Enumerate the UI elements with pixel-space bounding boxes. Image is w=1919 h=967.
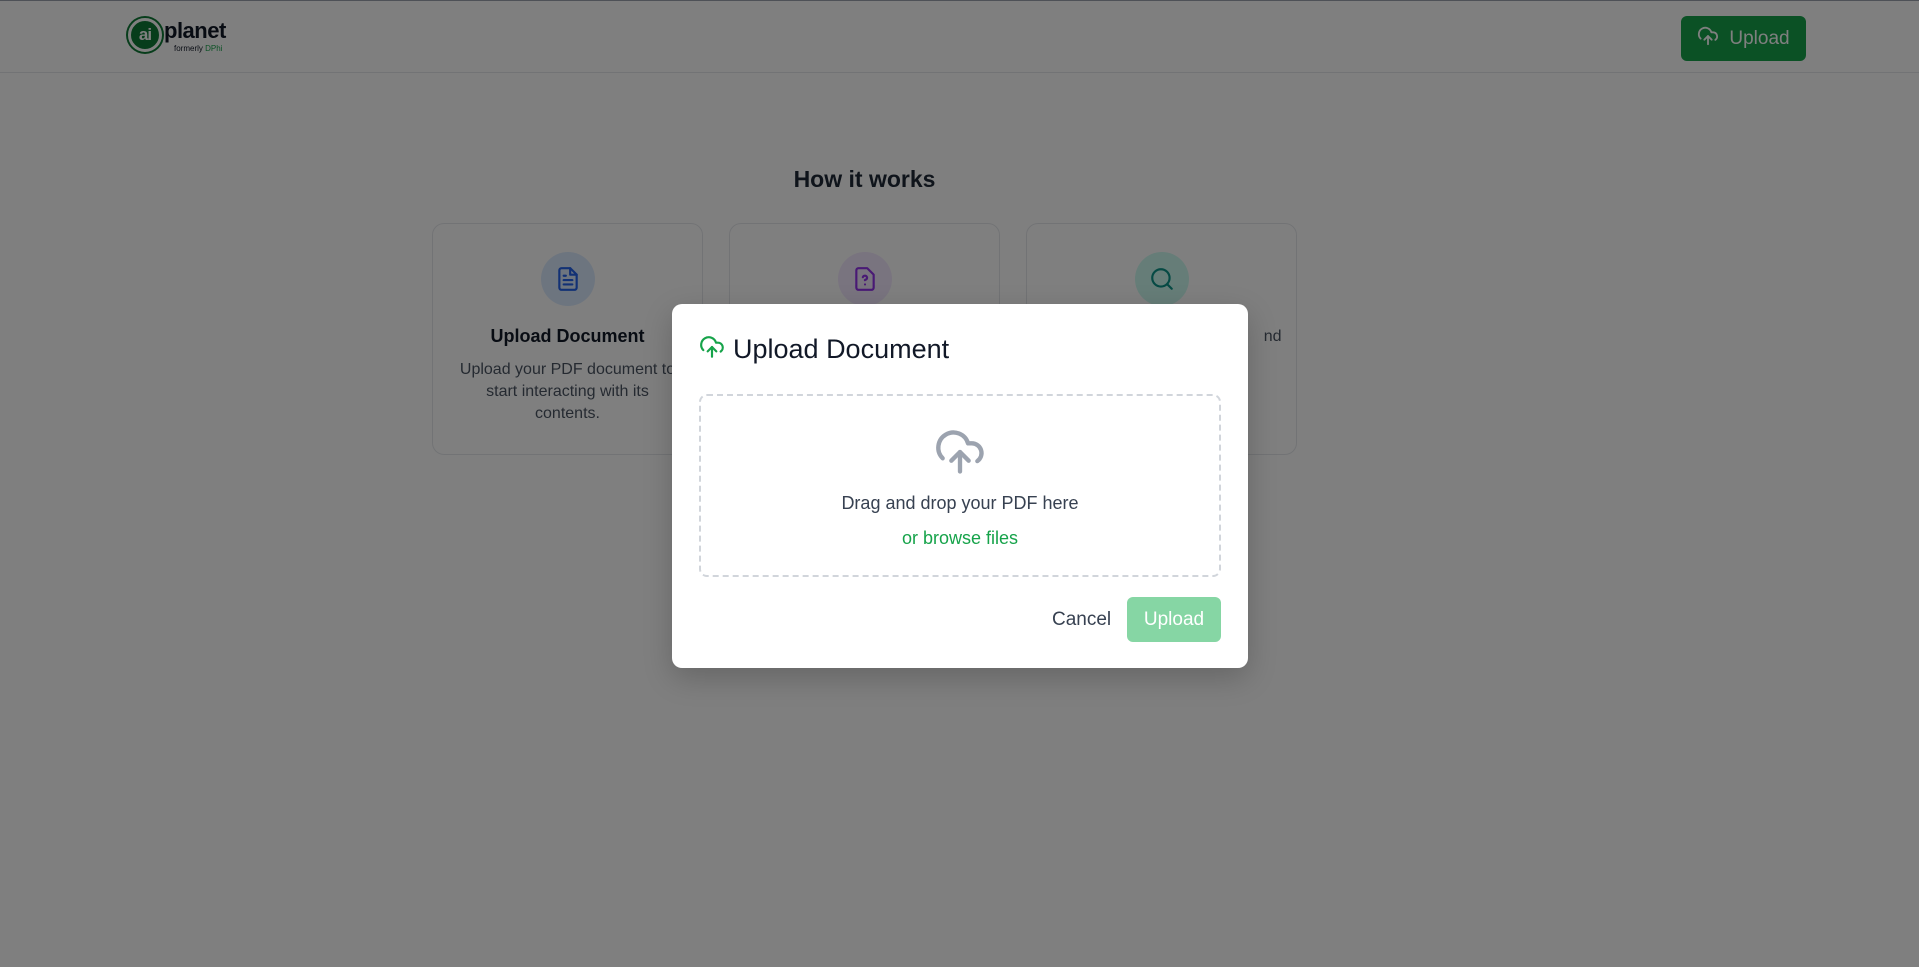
page: ai planet formerly DPhi Upload How it wo… [0,0,1919,967]
cloud-upload-icon [699,334,725,365]
dialog-title: Upload Document [733,334,950,364]
upload-document-dialog: Upload Document Drag and drop your PDF h… [672,304,1248,668]
pdf-dropzone[interactable]: Drag and drop your PDF here or browse fi… [699,394,1221,577]
dialog-header: Upload Document [699,334,949,365]
dropzone-text: Drag and drop your PDF here [841,493,1079,513]
cancel-button[interactable]: Cancel [1039,597,1124,642]
cloud-upload-icon [701,426,1219,483]
upload-button[interactable]: Upload [1127,597,1221,642]
browse-files-link[interactable]: or browse files [902,528,1018,549]
